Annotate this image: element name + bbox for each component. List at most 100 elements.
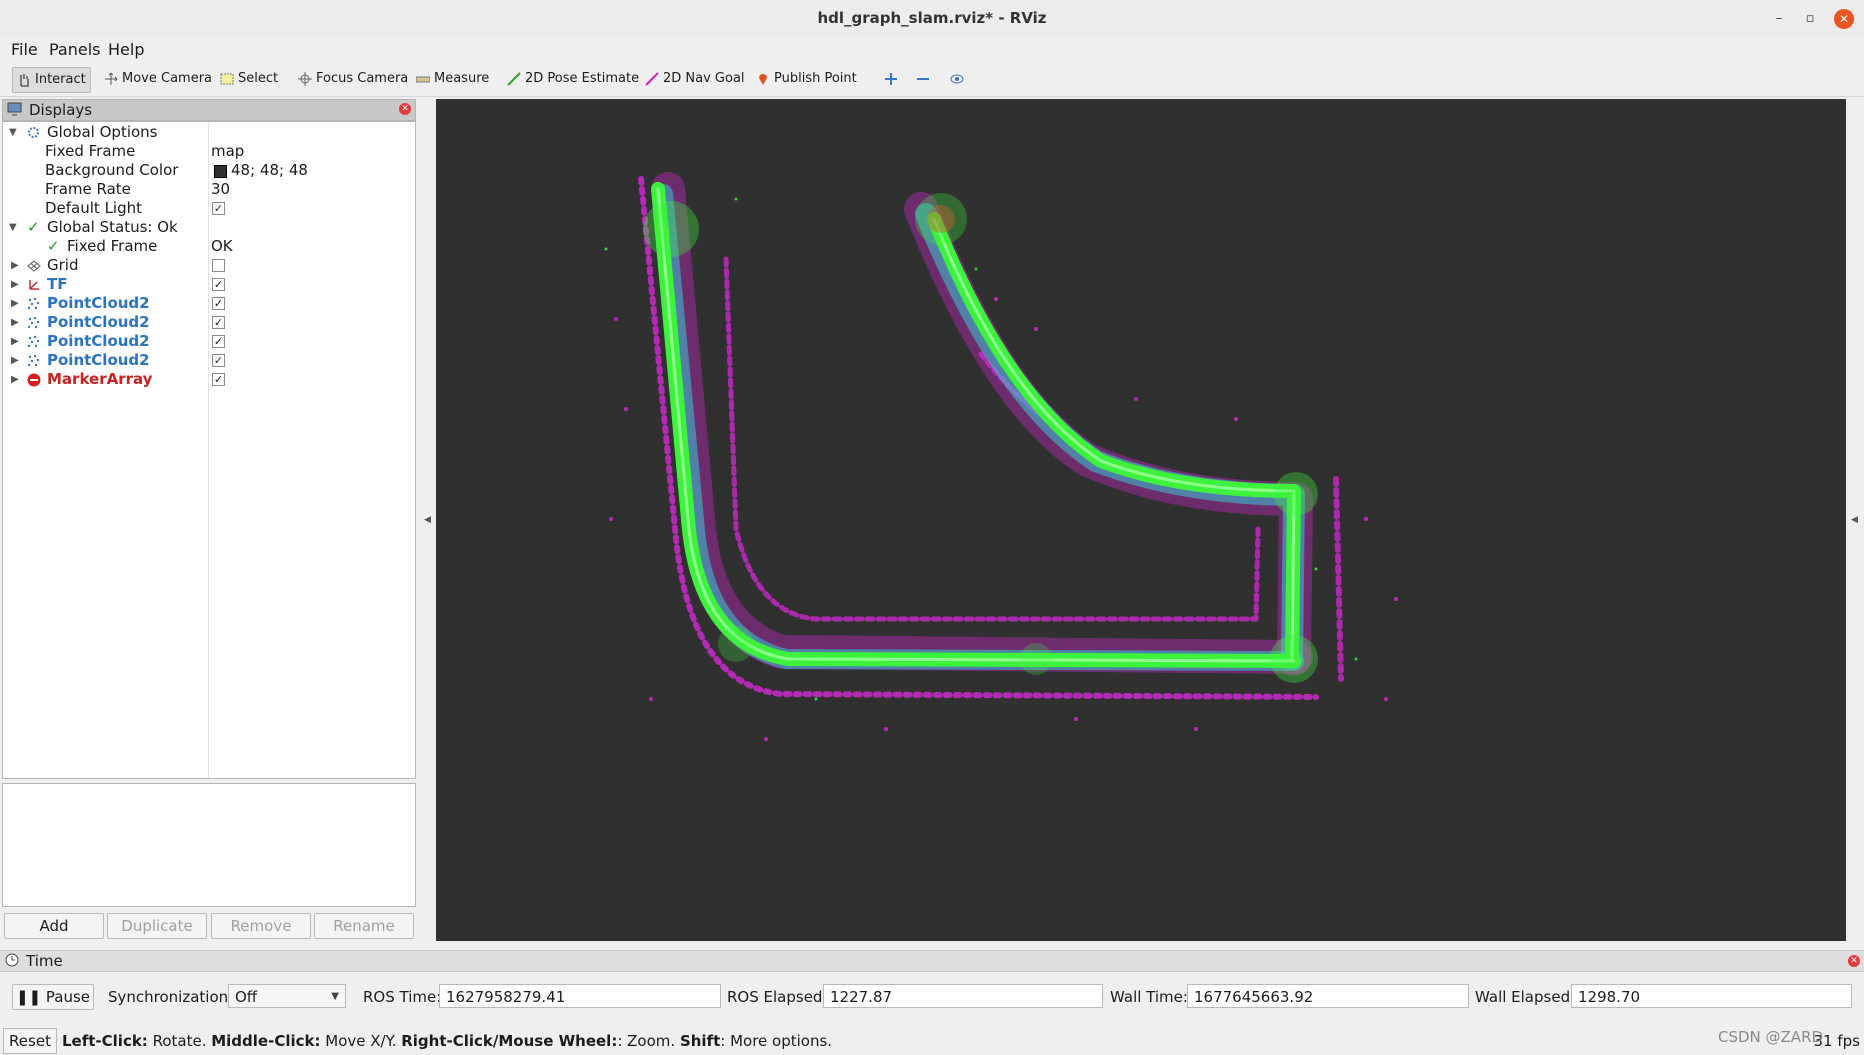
ros-elapsed-label: ROS Elapsed: [727, 988, 828, 1006]
fixed-frame-label: Fixed Frame [45, 142, 136, 160]
sync-label: Synchronization: [108, 988, 234, 1006]
global-status-row[interactable]: ▼ ✓ Global Status: Ok [3, 218, 415, 237]
nav-goal-tool-button[interactable]: 2D Nav Goal [641, 67, 749, 91]
display-item-grid[interactable]: ▶ Grid [3, 256, 415, 275]
point-cloud-map [604, 172, 1398, 741]
duplicate-button[interactable]: Duplicate [107, 913, 207, 939]
remove-tool-button[interactable] [912, 67, 934, 91]
menu-panels[interactable]: Panels [49, 40, 101, 59]
property-description-box [2, 783, 416, 907]
frame-rate-value[interactable]: 30 [211, 180, 230, 199]
collapse-arrow-icon[interactable]: ▶ [11, 370, 21, 389]
move-camera-icon [105, 72, 118, 85]
menu-help[interactable]: Help [108, 40, 144, 59]
wall-elapsed-label: Wall Elapsed: [1475, 988, 1576, 1006]
time-title: Time [26, 952, 63, 970]
sync-dropdown[interactable]: Off ▼ [228, 984, 346, 1008]
wall-time-field[interactable]: 1677645663.92 [1187, 984, 1469, 1008]
default-light-row[interactable]: Default Light ✓ [3, 199, 415, 218]
collapse-arrow-icon[interactable]: ▶ [11, 351, 21, 370]
display-item-pointcloud2[interactable]: ▶ PointCloud2 ✓ [3, 294, 415, 313]
fixed-frame-value[interactable]: map [211, 142, 244, 161]
display-item-pointcloud2[interactable]: ▶ PointCloud2 ✓ [3, 332, 415, 351]
collapse-arrow-icon[interactable]: ▶ [11, 294, 21, 313]
collapse-arrow-icon[interactable]: ▶ [11, 313, 21, 332]
displays-close-icon[interactable]: ✕ [399, 103, 411, 115]
tf-checkbox[interactable]: ✓ [212, 278, 225, 291]
collapse-arrow-icon[interactable]: ▶ [11, 256, 21, 275]
eye-icon [950, 74, 964, 84]
background-color-label: Background Color [45, 161, 179, 179]
add-tool-button[interactable] [880, 67, 902, 91]
wall-time-label: Wall Time: [1110, 988, 1188, 1006]
color-swatch[interactable] [214, 165, 227, 178]
move-camera-tool-button[interactable]: Move Camera [100, 67, 216, 91]
display-item-pointcloud2[interactable]: ▶ PointCloud2 ✓ [3, 351, 415, 370]
maximize-button[interactable]: ▫ [1800, 9, 1820, 29]
move-camera-label: Move Camera [122, 71, 213, 86]
display-item-tf[interactable]: ▶ TF ✓ [3, 275, 415, 294]
collapse-arrow-icon[interactable]: ▶ [11, 275, 21, 294]
expand-arrow-icon[interactable]: ▼ [9, 218, 19, 237]
pointcloud2-checkbox[interactable]: ✓ [212, 297, 225, 310]
select-label: Select [238, 71, 279, 86]
pointcloud2-checkbox[interactable]: ✓ [212, 354, 225, 367]
publish-point-tool-button[interactable]: Publish Point [752, 67, 861, 91]
menu-file[interactable]: File [11, 40, 38, 59]
ros-elapsed-field[interactable]: 1227.87 [823, 984, 1103, 1008]
focus-camera-tool-button[interactable]: Focus Camera [294, 67, 412, 91]
close-button[interactable]: ✕ [1834, 9, 1854, 29]
frame-rate-row[interactable]: Frame Rate 30 [3, 180, 415, 199]
add-button[interactable]: Add [4, 913, 104, 939]
fixed-frame-row[interactable]: Fixed Frame map [3, 142, 415, 161]
pointcloud2-checkbox[interactable]: ✓ [212, 316, 225, 329]
minimize-button[interactable]: – [1769, 9, 1789, 29]
pointcloud2-checkbox[interactable]: ✓ [212, 335, 225, 348]
pose-estimate-tool-button[interactable]: 2D Pose Estimate [503, 67, 643, 91]
wall-elapsed-field[interactable]: 1298.70 [1571, 984, 1852, 1008]
pointcloud2-label: PointCloud2 [47, 351, 150, 369]
title-bar: hdl_graph_slam.rviz* - RViz – ▫ ✕ [0, 0, 1864, 39]
pose-estimate-label: 2D Pose Estimate [525, 71, 640, 86]
gear-icon [28, 127, 39, 138]
default-light-checkbox[interactable]: ✓ [212, 202, 225, 215]
pause-icon: ❚❚ [15, 988, 42, 1006]
render-viewport[interactable] [436, 99, 1846, 941]
status-bar: Reset Left-Click: Rotate. Middle-Click: … [0, 1028, 1864, 1055]
reset-button[interactable]: Reset [3, 1028, 57, 1054]
global-options-row[interactable]: ▼ Global Options [3, 123, 415, 142]
display-item-markerarray[interactable]: ▶ MarkerArray ✓ [3, 370, 415, 389]
monitor-icon [7, 102, 22, 116]
global-status-label: Global Status: Ok [47, 218, 178, 236]
select-tool-button[interactable]: Select [216, 67, 282, 91]
expand-arrow-icon[interactable]: ▼ [9, 123, 19, 142]
markerarray-checkbox[interactable]: ✓ [212, 373, 225, 386]
clock-icon [5, 953, 19, 967]
display-item-pointcloud2[interactable]: ▶ PointCloud2 ✓ [3, 313, 415, 332]
ros-time-field[interactable]: 1627958279.41 [439, 984, 721, 1008]
remove-button[interactable]: Remove [211, 913, 311, 939]
menu-bar: File Panels Help [0, 38, 1864, 62]
watermark: CSDN @ZARD [1718, 1028, 1824, 1046]
background-color-row[interactable]: Background Color 48; 48; 48 [3, 161, 415, 180]
time-close-icon[interactable]: ✕ [1848, 955, 1860, 967]
select-icon [220, 73, 234, 85]
collapse-right-icon[interactable]: ◀ [1851, 515, 1858, 525]
measure-tool-button[interactable]: Measure [412, 67, 493, 91]
displays-tree: ▼ Global Options Fixed Frame map Backgro… [2, 121, 416, 779]
time-controls: ❚❚ Pause Synchronization: Off ▼ ROS Time… [0, 982, 1864, 1012]
interact-tool-button[interactable]: Interact [12, 67, 91, 93]
views-tool-button[interactable] [946, 67, 968, 91]
background-color-value[interactable]: 48; 48; 48 [231, 161, 308, 180]
focus-camera-icon [298, 72, 312, 86]
collapse-arrow-icon[interactable]: ▶ [11, 332, 21, 351]
rename-button[interactable]: Rename [314, 913, 414, 939]
status-fixed-frame-row[interactable]: ✓ Fixed Frame OK [3, 237, 415, 256]
publish-point-label: Publish Point [774, 71, 857, 86]
measure-label: Measure [434, 71, 490, 86]
collapse-left-icon[interactable]: ◀ [424, 515, 431, 525]
tf-icon [29, 280, 39, 290]
pause-button[interactable]: ❚❚ Pause [12, 984, 94, 1010]
sync-value: Off [235, 988, 258, 1006]
grid-checkbox[interactable] [212, 259, 225, 272]
